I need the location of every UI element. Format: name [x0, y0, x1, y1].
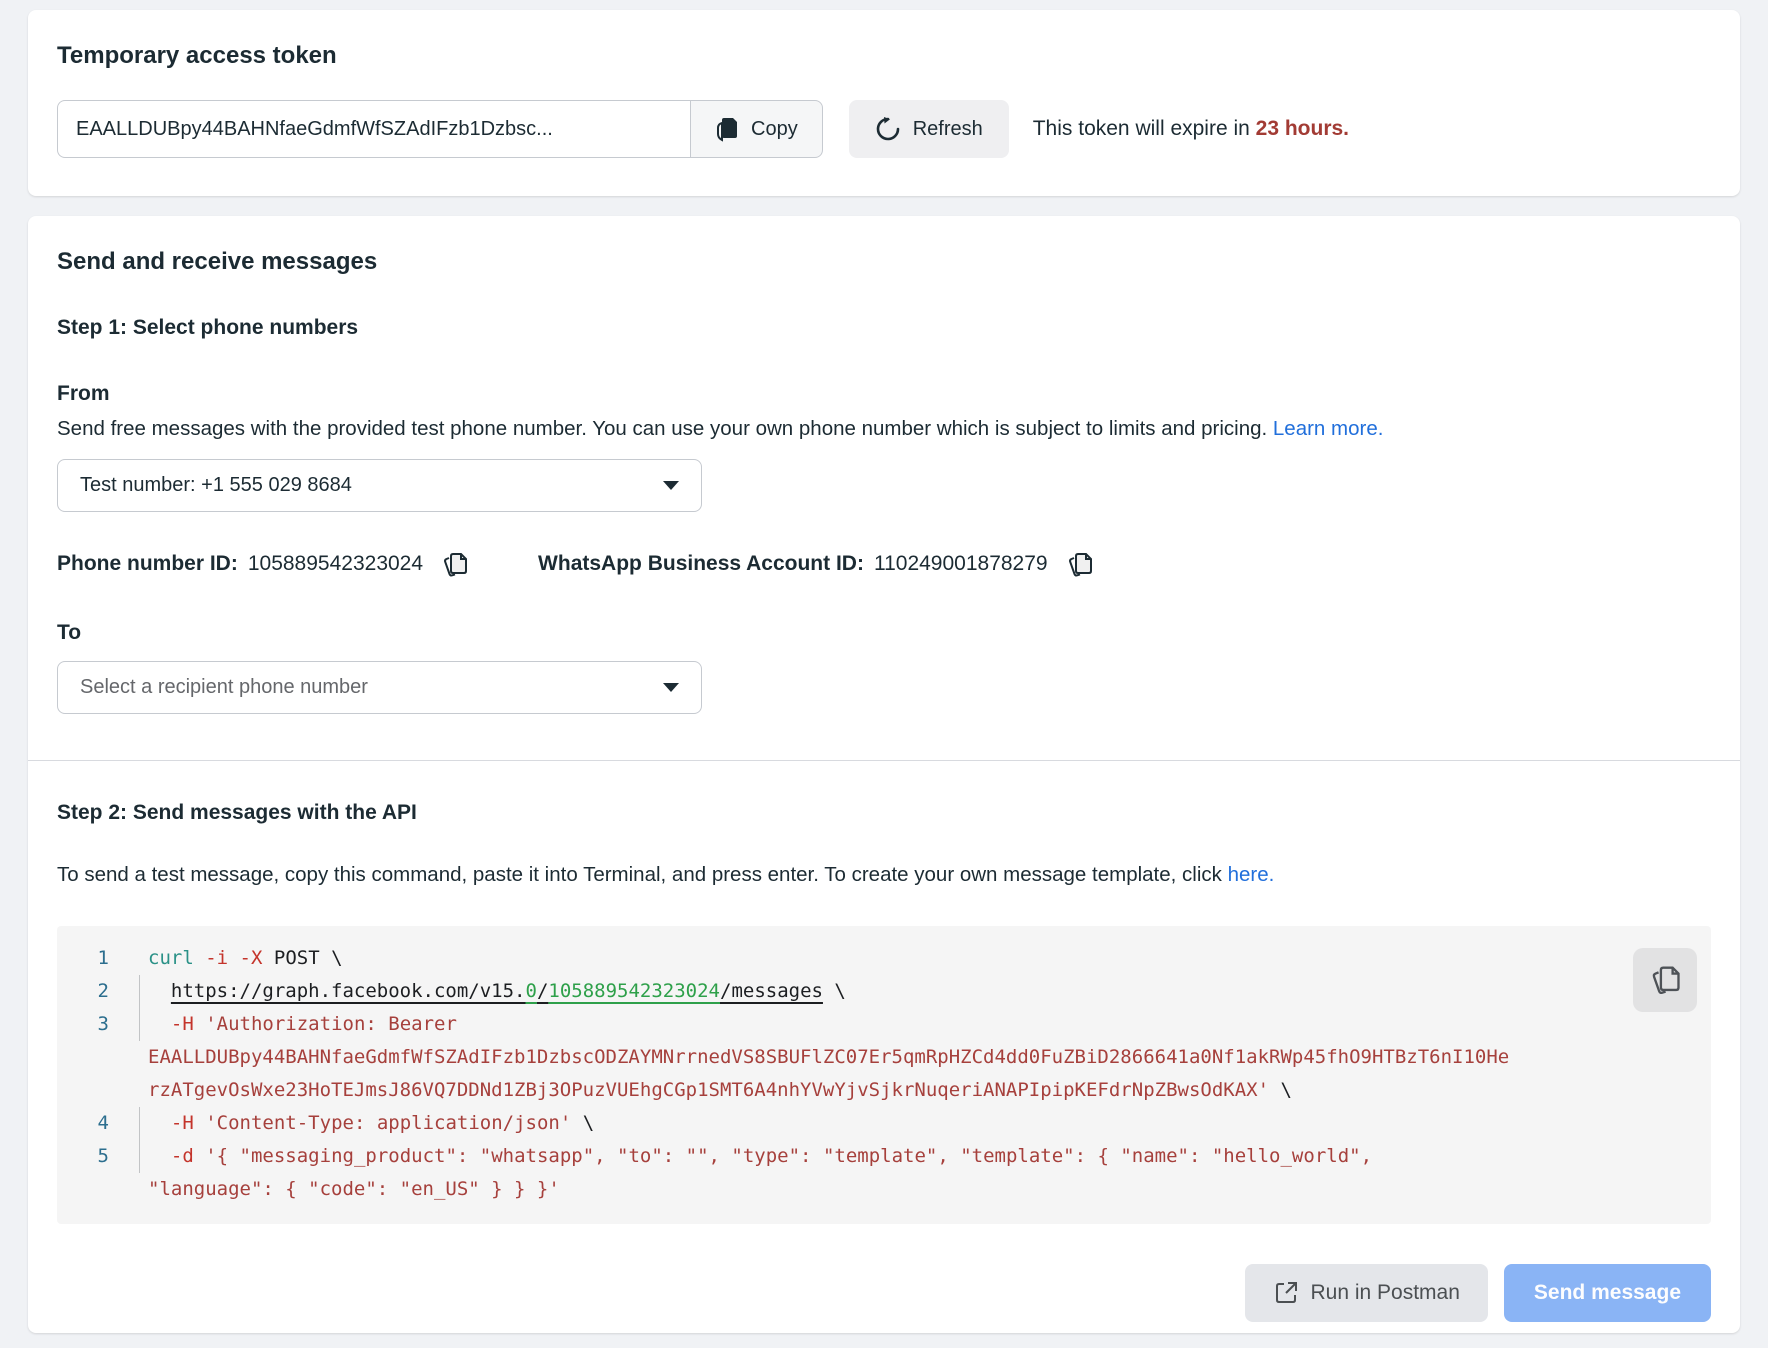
line-number [57, 1173, 139, 1206]
to-number-placeholder: Select a recipient phone number [80, 676, 368, 699]
step2-description: To send a test message, copy this comman… [57, 861, 1711, 889]
waba-id-label: WhatsApp Business Account ID: [538, 552, 864, 576]
section-divider [28, 760, 1740, 761]
code-line: 2 https://graph.facebook.com/v15.0/10588… [57, 975, 1711, 1008]
code-text: https://graph.facebook.com/v15.0/1058895… [140, 975, 846, 1008]
line-number: 5 [57, 1140, 139, 1173]
run-in-postman-button[interactable]: Run in Postman [1245, 1264, 1488, 1322]
temporary-access-token-card: Temporary access token EAALLDUBpy44BAHNf… [28, 10, 1740, 196]
from-number-selected-value: Test number: +1 555 029 8684 [80, 474, 352, 497]
step2-description-text: To send a test message, copy this comman… [57, 863, 1228, 886]
copy-phone-id-button[interactable] [441, 550, 468, 579]
token-row: EAALLDUBpy44BAHNfaeGdmfWfSZAdIFzb1Dzbsc.… [57, 100, 1711, 158]
to-number-select[interactable]: Select a recipient phone number [57, 661, 702, 714]
copy-icon [1066, 550, 1093, 579]
copy-token-button[interactable]: Copy [690, 100, 823, 158]
run-in-postman-label: Run in Postman [1311, 1281, 1460, 1305]
step1-title: Step 1: Select phone numbers [57, 316, 1711, 340]
code-text: rzATgevOsWxe23HoTEJmsJ86VQ7DDNd1ZBj3OPuz… [140, 1074, 1292, 1107]
code-text: EAALLDUBpy44BAHNfaeGdmfWfSZAdIFzb1DzbscO… [140, 1041, 1509, 1074]
from-number-select[interactable]: Test number: +1 555 029 8684 [57, 459, 702, 512]
external-link-icon [1273, 1280, 1299, 1306]
line-number: 1 [57, 942, 139, 975]
copy-button-label: Copy [751, 118, 798, 141]
line-number: 2 [57, 975, 139, 1008]
step2-title: Step 2: Send messages with the API [57, 801, 1711, 825]
code-line: "language": { "code": "en_US" } } }' [57, 1173, 1711, 1206]
line-number: 3 [57, 1008, 139, 1041]
code-text: -d '{ "messaging_product": "whatsapp", "… [140, 1140, 1372, 1173]
refresh-button-label: Refresh [913, 118, 983, 141]
access-token-field[interactable]: EAALLDUBpy44BAHNfaeGdmfWfSZAdIFzb1Dzbsc.… [57, 100, 690, 158]
waba-id-value: 110249001878279 [874, 552, 1048, 576]
copy-code-button[interactable] [1633, 948, 1697, 1012]
phone-number-id-label: Phone number ID: [57, 552, 238, 576]
phone-number-id-group: Phone number ID: 105889542323024 [57, 550, 468, 579]
learn-more-link[interactable]: Learn more. [1273, 417, 1384, 440]
chevron-down-icon [663, 481, 679, 490]
copy-icon [1649, 963, 1681, 997]
phone-number-id-value: 105889542323024 [248, 552, 423, 576]
copy-waba-id-button[interactable] [1066, 550, 1093, 579]
code-text: -H 'Content-Type: application/json' \ [140, 1107, 594, 1140]
code-text: curl -i -X POST \ [140, 942, 343, 975]
chevron-down-icon [663, 683, 679, 692]
code-line: 5 -d '{ "messaging_product": "whatsapp",… [57, 1140, 1711, 1173]
from-description-text: Send free messages with the provided tes… [57, 417, 1273, 440]
token-card-title: Temporary access token [57, 42, 1711, 70]
token-expiry-prefix: This token will expire in [1033, 117, 1256, 140]
line-number [57, 1074, 139, 1107]
code-line: rzATgevOsWxe23HoTEJmsJ86VQ7DDNd1ZBj3OPuz… [57, 1074, 1711, 1107]
refresh-icon [875, 116, 901, 142]
refresh-token-button[interactable]: Refresh [849, 100, 1009, 158]
code-text: -H 'Authorization: Bearer [140, 1008, 457, 1041]
code-line: EAALLDUBpy44BAHNfaeGdmfWfSZAdIFzb1DzbscO… [57, 1041, 1711, 1074]
to-label: To [57, 621, 1711, 645]
curl-code-block: 1curl -i -X POST \2 https://graph.facebo… [57, 926, 1711, 1224]
ids-row: Phone number ID: 105889542323024 WhatsAp… [57, 550, 1711, 579]
send-message-button[interactable]: Send message [1504, 1264, 1711, 1322]
token-expiry-value: 23 hours. [1256, 117, 1349, 140]
token-expiry-text: This token will expire in 23 hours. [1033, 117, 1349, 141]
messages-card-title: Send and receive messages [57, 248, 1711, 276]
code-text: "language": { "code": "en_US" } } }' [140, 1173, 560, 1206]
copy-icon [715, 116, 739, 142]
copy-icon [441, 550, 468, 579]
code-lines: 1curl -i -X POST \2 https://graph.facebo… [57, 942, 1711, 1206]
line-number: 4 [57, 1107, 139, 1140]
send-receive-messages-card: Send and receive messages Step 1: Select… [28, 216, 1740, 1333]
from-description: Send free messages with the provided tes… [57, 415, 1711, 443]
line-number [57, 1041, 139, 1074]
waba-id-group: WhatsApp Business Account ID: 1102490018… [538, 550, 1093, 579]
here-link[interactable]: here. [1228, 863, 1275, 886]
code-line: 1curl -i -X POST \ [57, 942, 1711, 975]
from-label: From [57, 382, 1711, 406]
actions-row: Run in Postman Send message [57, 1264, 1711, 1322]
code-line: 3 -H 'Authorization: Bearer [57, 1008, 1711, 1041]
code-line: 4 -H 'Content-Type: application/json' \ [57, 1107, 1711, 1140]
